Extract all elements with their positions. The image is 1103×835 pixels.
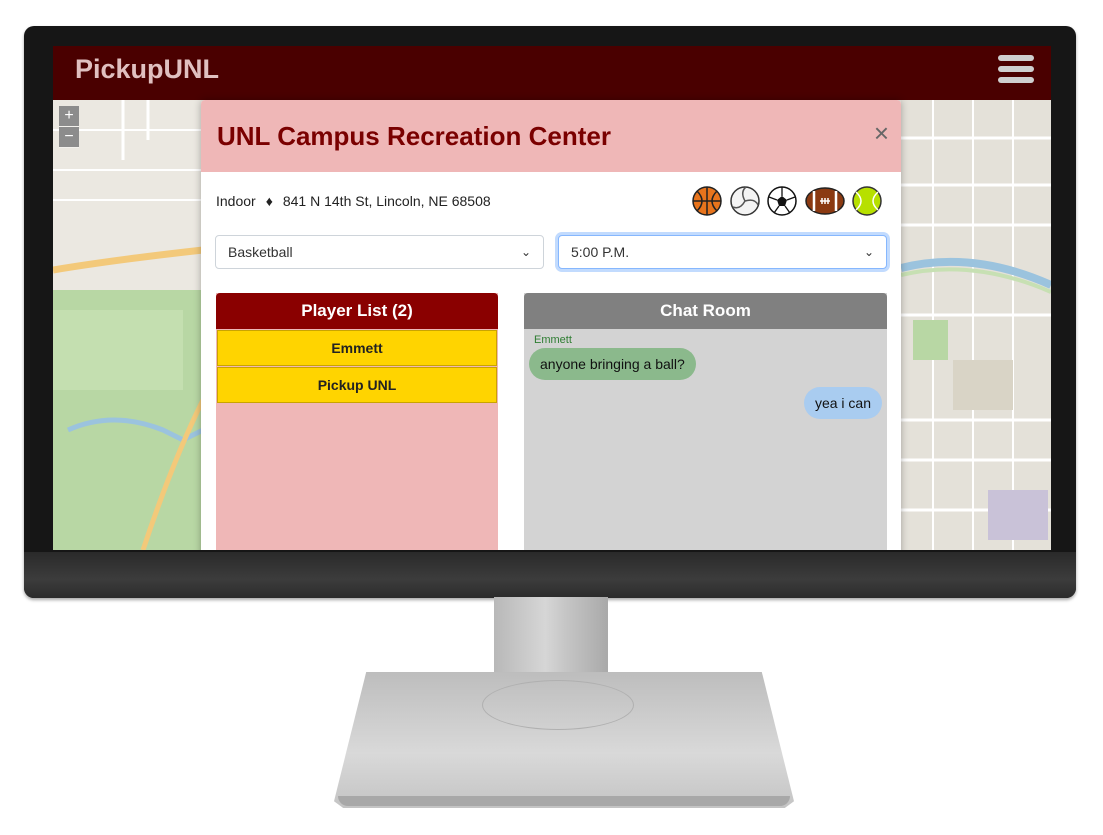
screen: + − PickupUNL UNL Campus Recreation Cent…	[53, 46, 1051, 550]
chat-room-title: Chat Room	[524, 293, 887, 329]
sport-icons	[689, 186, 882, 216]
player-item[interactable]: Emmett	[217, 330, 497, 366]
sport-select[interactable]: Basketball ⌄	[215, 235, 544, 269]
zoom-out-button[interactable]: −	[59, 127, 79, 147]
monitor-stand-base-edge	[338, 796, 790, 806]
brand-logo[interactable]: PickupUNL	[75, 54, 219, 85]
modal-header: UNL Campus Recreation Center ×	[201, 100, 901, 172]
message-sender: Emmett	[534, 334, 572, 346]
time-select[interactable]: 5:00 P.M. ⌄	[558, 235, 887, 269]
location-modal: UNL Campus Recreation Center × Indoor ♦ 84…	[201, 100, 901, 550]
player-list-panel: Player List (2) Emmett Pickup UNL	[216, 293, 498, 550]
separator: ♦	[265, 193, 273, 209]
incoming-message: anyone bringing a ball?	[529, 348, 696, 380]
monitor-stand-ring	[482, 680, 634, 730]
venue-address: 841 N 14th St, Lincoln, NE 68508	[282, 193, 491, 209]
chevron-down-icon: ⌄	[863, 245, 874, 259]
monitor-chin	[24, 552, 1076, 598]
zoom-in-button[interactable]: +	[59, 106, 79, 126]
venue-type: Indoor	[216, 193, 256, 209]
map-zoom-control: + −	[59, 106, 79, 148]
player-item[interactable]: Pickup UNL	[217, 367, 497, 403]
sport-select-value: Basketball	[228, 244, 293, 260]
modal-title: UNL Campus Recreation Center	[217, 121, 611, 151]
chevron-down-icon: ⌄	[520, 245, 531, 259]
football-icon[interactable]	[804, 186, 845, 216]
outgoing-message: yea i can	[803, 387, 882, 419]
navbar: PickupUNL	[53, 46, 1051, 100]
soccer-ball-icon[interactable]	[767, 186, 797, 216]
hamburger-menu-icon[interactable]	[998, 55, 1034, 89]
close-button[interactable]: ×	[874, 120, 889, 146]
time-select-value: 5:00 P.M.	[571, 244, 630, 260]
volleyball-icon[interactable]	[729, 186, 760, 216]
player-list-title: Player List (2)	[216, 293, 498, 329]
chat-room-panel: Chat Room Emmett anyone bringing a ball?…	[524, 293, 887, 550]
tennis-ball-icon[interactable]	[852, 186, 882, 216]
venue-info: Indoor ♦ 841 N 14th St, Lincoln, NE 68508	[216, 193, 491, 209]
basketball-icon[interactable]	[692, 186, 722, 216]
